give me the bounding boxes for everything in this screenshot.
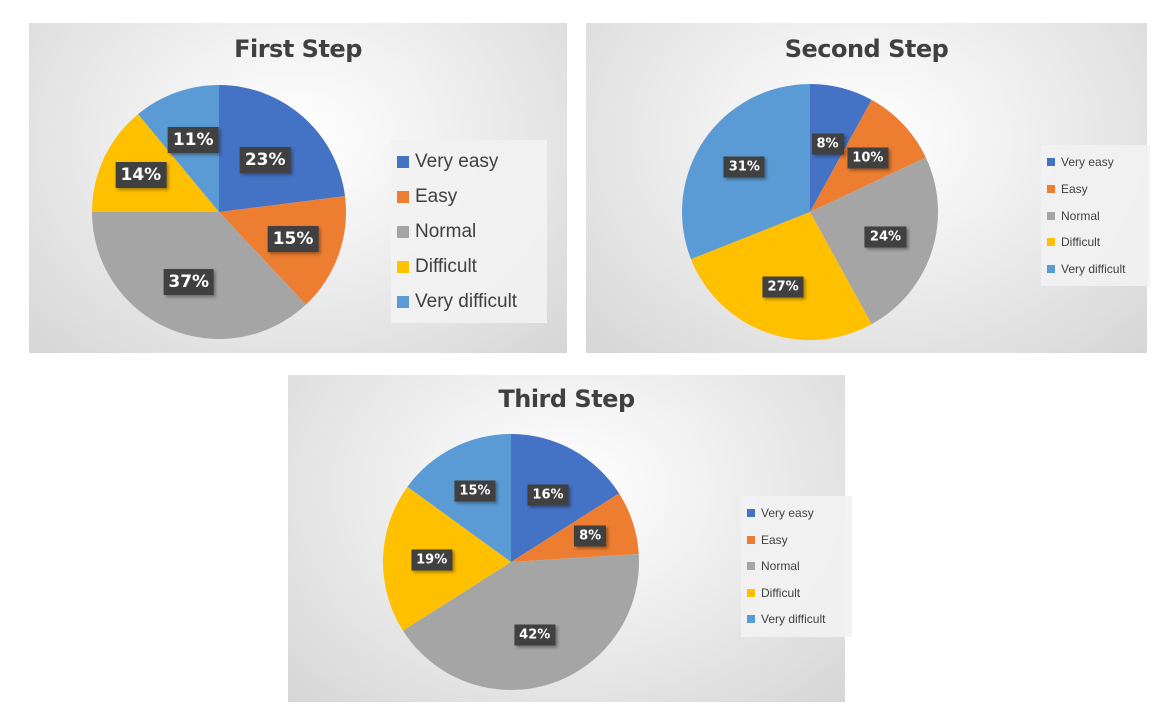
legend-label: Difficult: [415, 255, 477, 277]
legend-label: Very difficult: [1061, 262, 1126, 277]
legend-item: Very difficult: [397, 284, 541, 319]
legend-item: Very difficult: [747, 606, 846, 633]
legend-item: Easy: [397, 179, 541, 214]
legend-swatch: [747, 588, 755, 597]
data-label: 8%: [574, 525, 607, 547]
legend-label: Very easy: [1061, 155, 1114, 170]
legend: Very easy Easy Normal Difficult Very difficu…: [1041, 145, 1150, 287]
data-label: 10%: [847, 147, 889, 169]
chart-first-step: First Step 23% 15% 37% 14% 11% Very easy Easy N…: [29, 23, 567, 353]
legend: Very easy Easy Normal Difficult Very difficu…: [391, 140, 547, 323]
legend-label: Very difficult: [761, 612, 826, 627]
legend-item: Difficult: [1047, 229, 1144, 256]
legend-swatch: [1047, 238, 1055, 247]
data-label: 31%: [723, 156, 765, 178]
legend-label: Easy: [415, 185, 458, 207]
legend-swatch: [397, 155, 409, 168]
legend-label: Very difficult: [415, 290, 518, 312]
data-label: 27%: [762, 276, 804, 298]
legend-swatch: [397, 190, 409, 203]
legend: Very easy Easy Normal Difficult Very difficu…: [741, 496, 852, 637]
legend-swatch: [1047, 158, 1055, 167]
legend-item: Very difficult: [1047, 256, 1144, 283]
legend-label: Normal: [1061, 208, 1100, 223]
data-label: 15%: [454, 480, 496, 502]
legend-label: Easy: [1061, 182, 1088, 197]
legend-item: Very easy: [1047, 149, 1144, 176]
data-label: 42%: [514, 624, 556, 646]
legend-item: Easy: [1047, 176, 1144, 203]
chart-title: Third Step: [498, 385, 635, 413]
legend-label: Very easy: [415, 150, 499, 172]
legend-swatch: [1047, 265, 1055, 274]
legend-swatch: [747, 509, 755, 518]
legend-swatch: [397, 295, 409, 308]
data-label: 24%: [864, 226, 907, 248]
legend-item: Normal: [747, 553, 846, 580]
legend-item: Very easy: [397, 144, 541, 179]
legend-swatch: [1047, 211, 1055, 220]
chart-title: Second Step: [784, 35, 949, 63]
legend-swatch: [747, 535, 755, 544]
data-label: 16%: [527, 484, 569, 506]
data-label: 11%: [167, 127, 219, 154]
legend-item: Difficult: [747, 580, 846, 607]
legend-item: Normal: [397, 214, 541, 249]
legend-item: Easy: [747, 527, 846, 554]
data-label: 19%: [411, 549, 453, 570]
data-label: 8%: [811, 133, 844, 155]
data-label: 37%: [163, 268, 215, 295]
legend-label: Easy: [761, 532, 788, 547]
legend-item: Difficult: [397, 249, 541, 284]
data-label: 15%: [267, 225, 319, 252]
chart-third-step: Third Step 16% 8% 42% 19% 15% Very easy Easy No…: [288, 375, 852, 702]
data-label: 14%: [115, 162, 167, 189]
legend-label: Normal: [761, 559, 800, 574]
legend-swatch: [1047, 185, 1055, 194]
legend-swatch: [397, 260, 409, 273]
legend-label: Normal: [415, 220, 477, 242]
legend-item: Normal: [1047, 202, 1144, 229]
legend-swatch: [747, 562, 755, 571]
legend-label: Very easy: [761, 506, 814, 521]
legend-swatch: [397, 225, 409, 238]
legend-label: Difficult: [1061, 235, 1101, 250]
chart-title: First Step: [234, 35, 362, 63]
data-label: 23%: [239, 146, 291, 173]
chart-second-step: Second Step 8% 10% 24% 27% 31% Very easy Easy N…: [586, 23, 1150, 353]
legend-label: Difficult: [761, 585, 801, 600]
legend-item: Very easy: [747, 500, 846, 527]
legend-swatch: [747, 615, 755, 624]
